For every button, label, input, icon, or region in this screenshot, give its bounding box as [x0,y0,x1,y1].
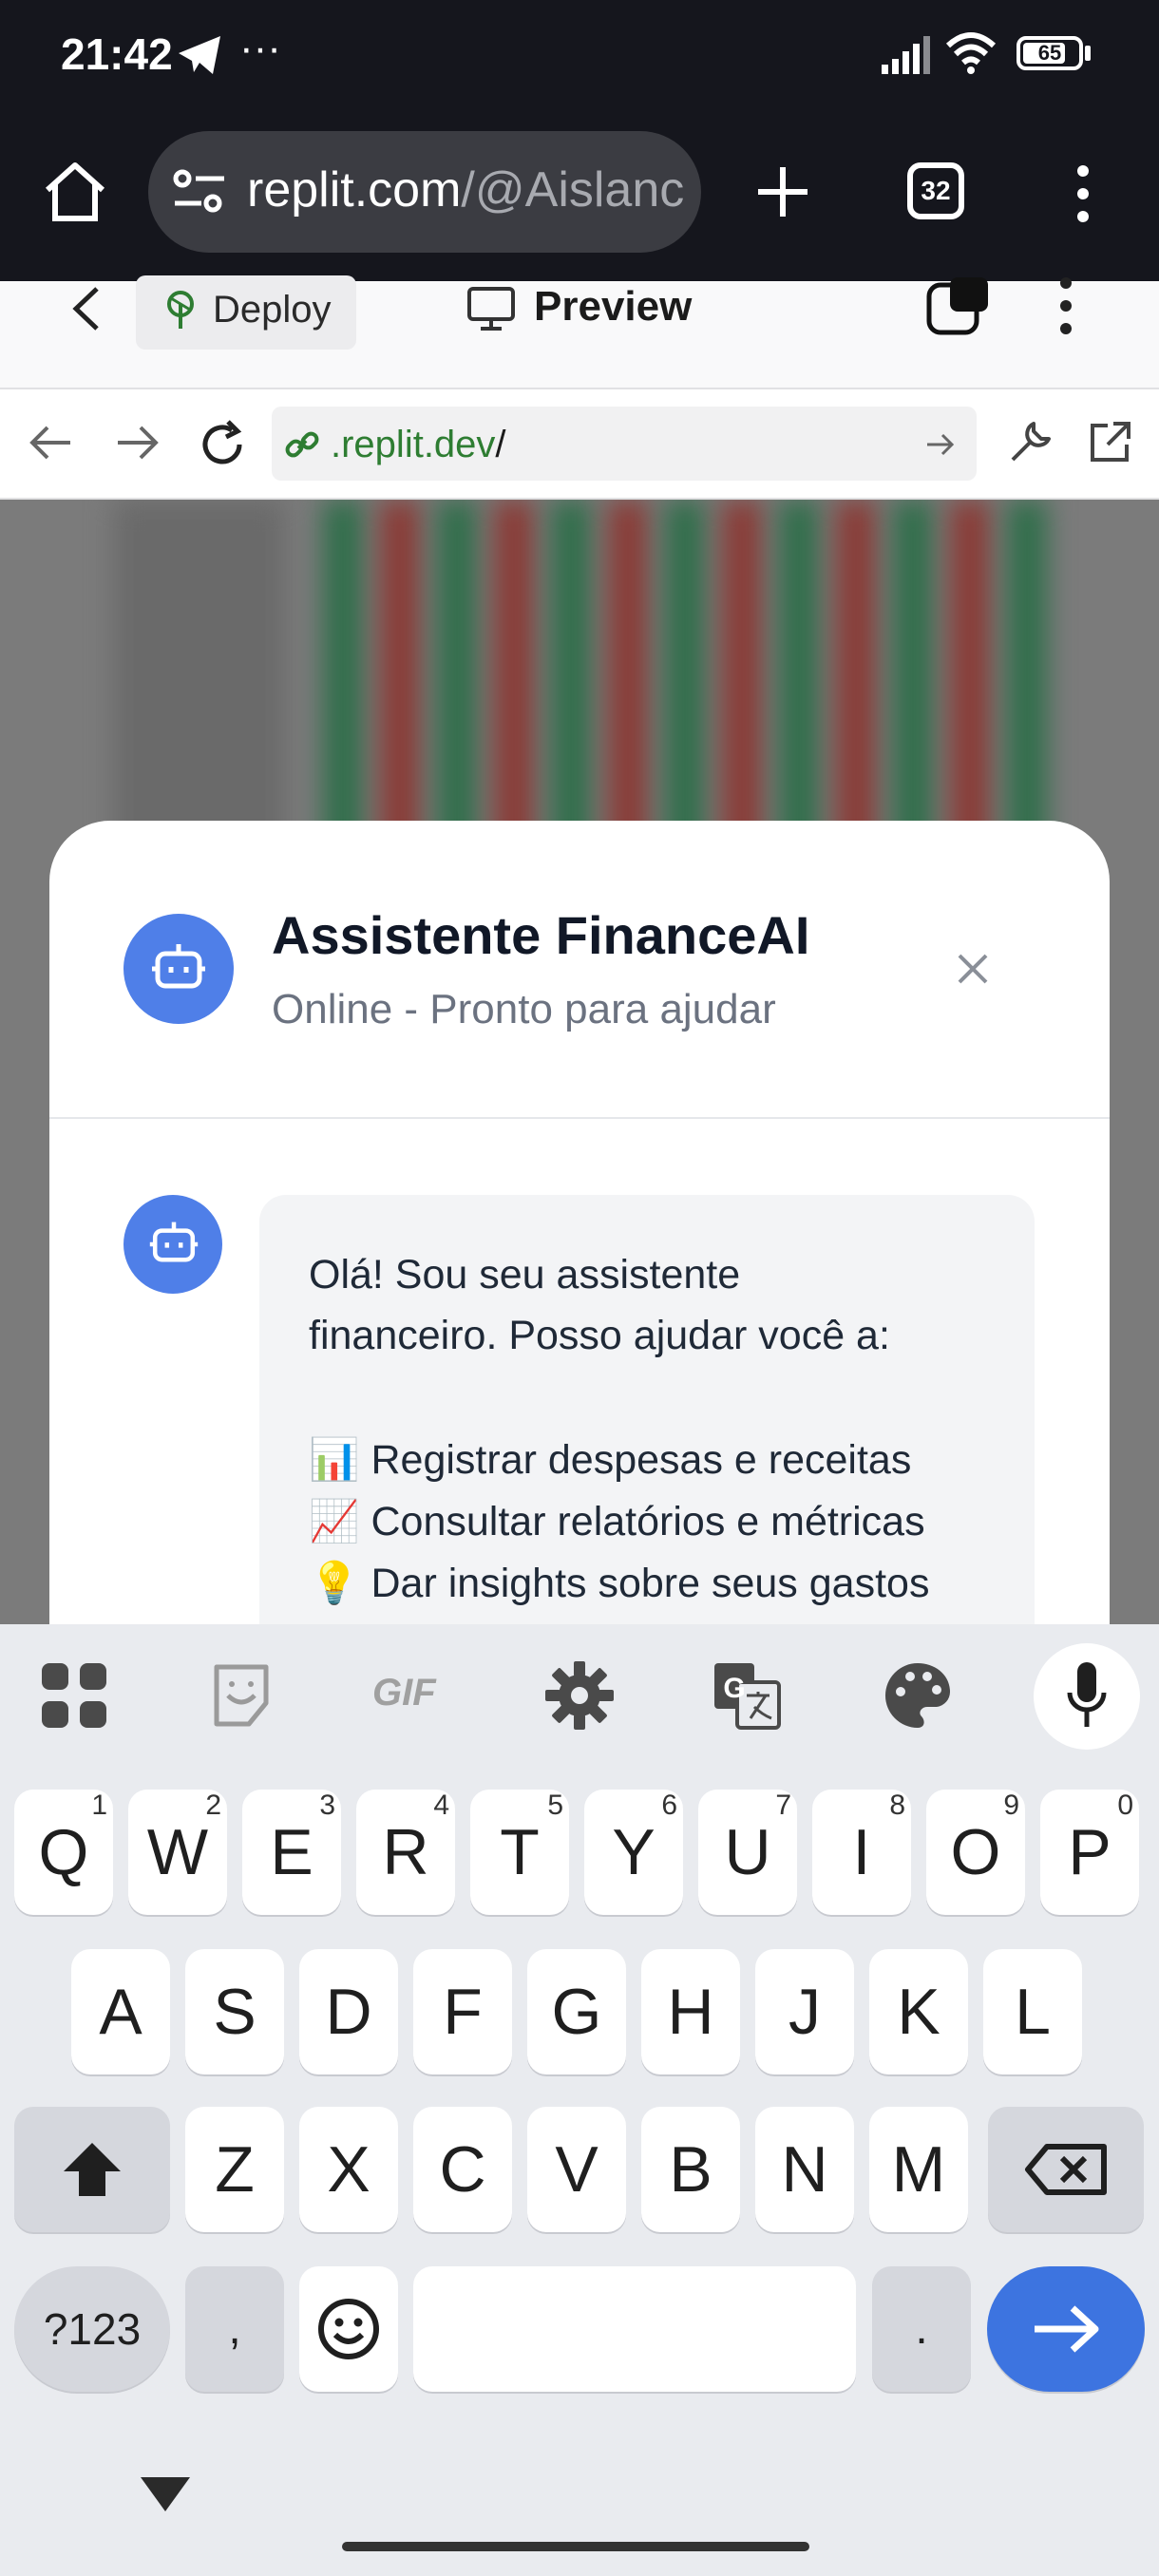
telegram-icon [179,36,220,74]
site-settings-icon[interactable] [171,167,228,217]
key-z[interactable]: Z [185,2107,284,2232]
key-x[interactable]: X [299,2107,398,2232]
key-t[interactable]: T5 [470,1790,569,1915]
key-c[interactable]: C [413,2107,512,2232]
message-line: Olá! Sou seu assistente [309,1252,741,1297]
key-s[interactable]: S [185,1949,284,2074]
settings-gear-icon[interactable] [542,1657,618,1733]
comma-key[interactable]: , [185,2266,284,2392]
key-r[interactable]: R4 [356,1790,455,1915]
modal-divider [49,1117,1110,1119]
key-v[interactable]: V [527,2107,626,2232]
space-key[interactable] [413,2266,856,2392]
webview-back-icon[interactable] [28,424,74,462]
apps-grid-icon[interactable] [36,1657,112,1733]
message-line: 📈 Consultar relatórios e métricas [309,1499,925,1544]
key-k[interactable]: K [869,1949,968,2074]
browser-menu-icon[interactable] [1072,163,1094,224]
palette-icon[interactable] [880,1657,956,1733]
key-q[interactable]: Q1 [14,1790,113,1915]
message-line: 💡 Dar insights sobre seus gastos [309,1561,930,1606]
key-o[interactable]: O9 [926,1790,1025,1915]
link-icon [285,431,319,458]
key-y[interactable]: Y6 [584,1790,683,1915]
svg-text:G: G [723,1673,745,1704]
signal-icon [882,36,930,74]
battery-level: 65 [1037,41,1062,65]
bot-icon [152,944,205,989]
monitor-icon [467,287,515,331]
key-i[interactable]: I8 [812,1790,911,1915]
devtools-wrench-icon[interactable] [1005,418,1054,467]
keyboard [0,1624,1159,2576]
message-line: 📊 Registrar despesas e receitas [309,1437,912,1483]
reload-icon[interactable] [196,418,249,471]
enter-arrow-icon [1035,2305,1099,2353]
hide-keyboard-icon[interactable] [137,2473,194,2515]
gif-button[interactable]: GIF [372,1672,436,1714]
home-indicator [342,2542,809,2551]
close-icon[interactable] [954,950,992,988]
translate-icon[interactable]: G [709,1657,785,1733]
period-key[interactable]: . [872,2266,971,2392]
key-j[interactable]: J [755,1949,854,2074]
enter-key[interactable] [987,2266,1145,2392]
backspace-key[interactable] [988,2107,1144,2232]
notification-more-icon: ··· [239,25,281,71]
sticker-icon[interactable] [203,1657,279,1733]
key-u[interactable]: U7 [698,1790,797,1915]
key-a[interactable]: A [71,1949,170,2074]
key-n[interactable]: N [755,2107,854,2232]
key-f[interactable]: F [413,1949,512,2074]
key-g[interactable]: G [527,1949,626,2074]
key-w[interactable]: W2 [128,1790,227,1915]
key-h[interactable]: H [641,1949,740,2074]
preview-tab-label[interactable]: Preview [534,283,692,331]
pane-menu-icon[interactable] [1054,275,1077,336]
emoji-key[interactable] [299,2266,398,2392]
webview-url-text[interactable]: .replit.dev/ [331,424,506,466]
status-time: 21:42 [61,29,173,79]
key-m[interactable]: M [869,2107,968,2232]
modal-subtitle: Online - Pronto para ajudar [272,986,776,1032]
tab-switcher-button[interactable]: 32 [907,162,964,219]
key-d[interactable]: D [299,1949,398,2074]
open-external-icon[interactable] [1085,418,1134,467]
url-text[interactable]: replit.com/@Aislanc [247,161,694,218]
key-b[interactable]: B [641,2107,740,2232]
back-chevron-icon[interactable] [70,285,103,332]
shift-key[interactable] [14,2107,170,2232]
home-icon[interactable] [42,161,108,222]
deploy-icon [167,291,194,329]
symbols-key[interactable]: ?123 [14,2266,170,2392]
emoji-icon [318,2299,379,2359]
bot-icon [149,1222,199,1262]
battery-nub [1085,46,1091,61]
microphone-icon[interactable] [1066,1660,1108,1733]
battery-icon: 65 [1016,36,1083,70]
key-e[interactable]: E3 [242,1790,341,1915]
key-l[interactable]: L [983,1949,1082,2074]
shift-arrow-icon [64,2143,121,2196]
wifi-icon [945,32,997,74]
backspace-icon [1025,2144,1107,2195]
deploy-label[interactable]: Deploy [213,289,332,331]
webview-forward-icon[interactable] [114,424,160,462]
go-arrow-icon[interactable] [923,429,958,460]
message-line: financeiro. Posso ajudar você a: [309,1313,890,1358]
layout-toggle-icon[interactable] [923,275,990,338]
new-tab-icon[interactable] [754,163,811,220]
modal-title: Assistente FinanceAI [272,905,810,965]
key-p[interactable]: P0 [1040,1790,1139,1915]
